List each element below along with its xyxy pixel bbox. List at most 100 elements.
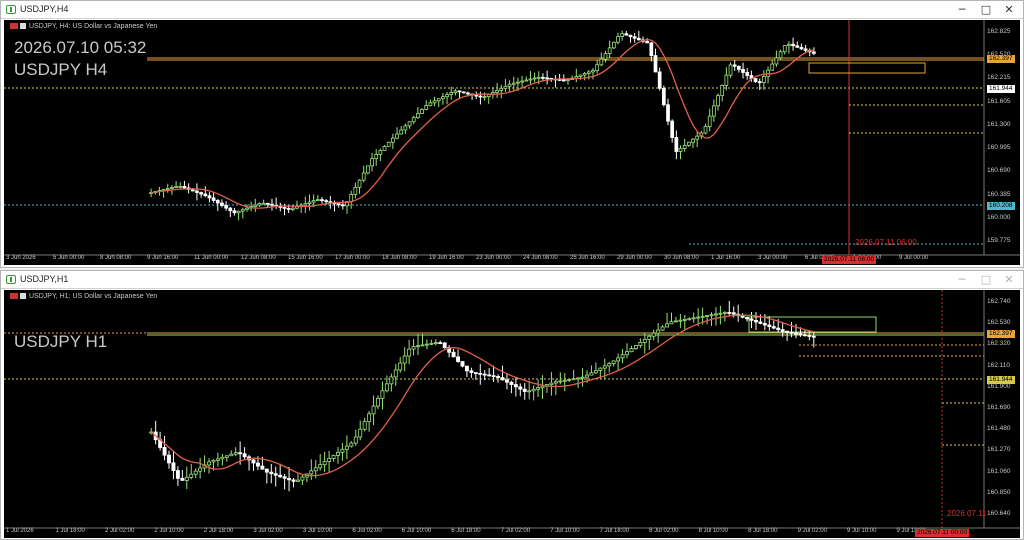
candle-body: [541, 76, 545, 79]
candle-body: [411, 117, 416, 123]
candle-body: [429, 342, 434, 345]
candle-body: [270, 203, 274, 206]
candle-body: [384, 383, 389, 392]
time-tick-label: 1 Jul 18:00: [55, 528, 85, 534]
candle-body: [167, 454, 171, 464]
candle-body: [407, 348, 412, 357]
minimize-button[interactable]: ─: [951, 2, 973, 17]
candle-body: [607, 47, 612, 54]
h1-titlebar[interactable]: USDJPY,H1 ─ □ ✕: [1, 271, 1023, 289]
h4-titlebar[interactable]: USDJPY,H4 ─ □ ✕: [1, 1, 1023, 19]
time-tick-label: 30 Jun 08:00: [664, 255, 699, 261]
future-time-label: 2026.07.11 06:00: [855, 238, 917, 247]
time-tick-label: 7 Jul 02:00: [500, 528, 531, 534]
candle-body: [776, 327, 781, 331]
h4-window-title: USDJPY,H4: [20, 4, 69, 14]
candle-body: [599, 58, 604, 66]
candle-body: [580, 376, 585, 379]
future-time-badge: 2026.07.11 06:00: [822, 256, 877, 264]
candle-body: [287, 477, 292, 481]
candle-body: [802, 334, 807, 337]
h4-chart-svg: [4, 20, 1020, 256]
candle-body: [482, 96, 487, 98]
candle-body: [495, 89, 499, 93]
candle-body: [586, 71, 591, 74]
time-tick-label: 29 Jun 00:00: [617, 255, 652, 261]
candle-body: [700, 315, 705, 318]
candle-body: [261, 202, 266, 205]
time-tick-label: 8 Jul 18:00: [748, 528, 778, 534]
candle-body: [707, 115, 712, 127]
h4-chart-window[interactable]: USDJPY,H4 ─ □ ✕ USDJPY, H4: US Dollar vs…: [0, 0, 1024, 268]
candle-body: [215, 200, 220, 204]
candle-body: [456, 356, 460, 362]
candle-body: [340, 448, 345, 453]
candle-body: [411, 346, 416, 350]
candle-body: [713, 313, 718, 316]
candle-body: [653, 55, 658, 73]
candle-body: [286, 207, 291, 210]
candle-body: [762, 75, 766, 83]
candle-body: [436, 98, 441, 102]
candle-body: [531, 388, 536, 392]
maximize-button[interactable]: □: [975, 272, 997, 287]
candle-body: [520, 80, 524, 83]
h4-pair-label: USDJPY H4: [14, 60, 108, 79]
candle-body: [703, 125, 708, 134]
candle-body: [211, 197, 216, 201]
price-tick-label: 160.995: [987, 144, 1011, 152]
candle-body: [273, 473, 278, 476]
maximize-button[interactable]: □: [975, 2, 997, 17]
candle-body: [503, 85, 508, 89]
candle-body: [478, 372, 483, 375]
candle-body: [611, 360, 616, 364]
time-tick-label: 9 Jul 00:00: [899, 255, 929, 261]
candle-body: [536, 76, 541, 79]
candle-body: [624, 33, 629, 36]
candle-body: [545, 77, 549, 80]
candle-body: [787, 43, 791, 46]
h1-pair-label: USDJPY H1: [14, 332, 108, 351]
candle-body: [424, 343, 429, 346]
candle-body: [451, 351, 456, 358]
candle-body: [709, 314, 714, 317]
candle-body: [727, 312, 732, 314]
price-tick-label: 161.605: [987, 97, 1011, 105]
candle-body: [549, 382, 554, 386]
h1-chart-window[interactable]: USDJPY,H1 ─ □ ✕ USDJPY, H1: US Dollar vs…: [0, 270, 1024, 540]
h1-chart-canvas[interactable]: USDJPY, H1: US Dollar vs Japanese Yen US…: [4, 290, 1020, 538]
candle-body: [290, 207, 295, 210]
candle-body: [296, 479, 300, 482]
chart-window-icon: [6, 5, 16, 14]
h4-chart-canvas[interactable]: USDJPY, H4: US Dollar vs Japanese Yen 20…: [4, 20, 1020, 265]
candle-body: [358, 428, 363, 438]
candle-body: [457, 90, 462, 93]
candle-body: [320, 199, 324, 202]
candle-body: [500, 377, 505, 381]
candle-body: [336, 203, 341, 206]
minimize-button[interactable]: ─: [951, 272, 973, 287]
candle-body: [532, 77, 537, 80]
time-tick-label: 7 Jul 10:00: [550, 528, 580, 534]
candle-body: [366, 165, 370, 174]
candle-body: [513, 384, 518, 388]
candle-body: [322, 461, 327, 466]
candle-body: [716, 95, 720, 107]
close-button[interactable]: ✕: [998, 2, 1020, 17]
candle-body: [242, 453, 247, 458]
candle-body: [224, 455, 229, 458]
time-tick-label: 5 Jun 00:00: [53, 255, 85, 261]
candle-body: [171, 462, 176, 471]
candle-body: [687, 318, 692, 321]
time-tick-label: 8 Jun 08:00: [100, 255, 132, 261]
candle-body: [433, 342, 438, 345]
candle-body: [313, 467, 318, 472]
time-tick-label: 3 Jul 00:00: [758, 255, 788, 261]
candle-body: [255, 462, 260, 467]
close-button[interactable]: ✕: [998, 272, 1020, 287]
time-tick-label: 19 Jun 16:00: [429, 255, 464, 261]
candle-body: [527, 390, 532, 393]
candle-body: [731, 312, 736, 315]
candle-body: [673, 320, 678, 323]
candle-body: [453, 90, 458, 93]
